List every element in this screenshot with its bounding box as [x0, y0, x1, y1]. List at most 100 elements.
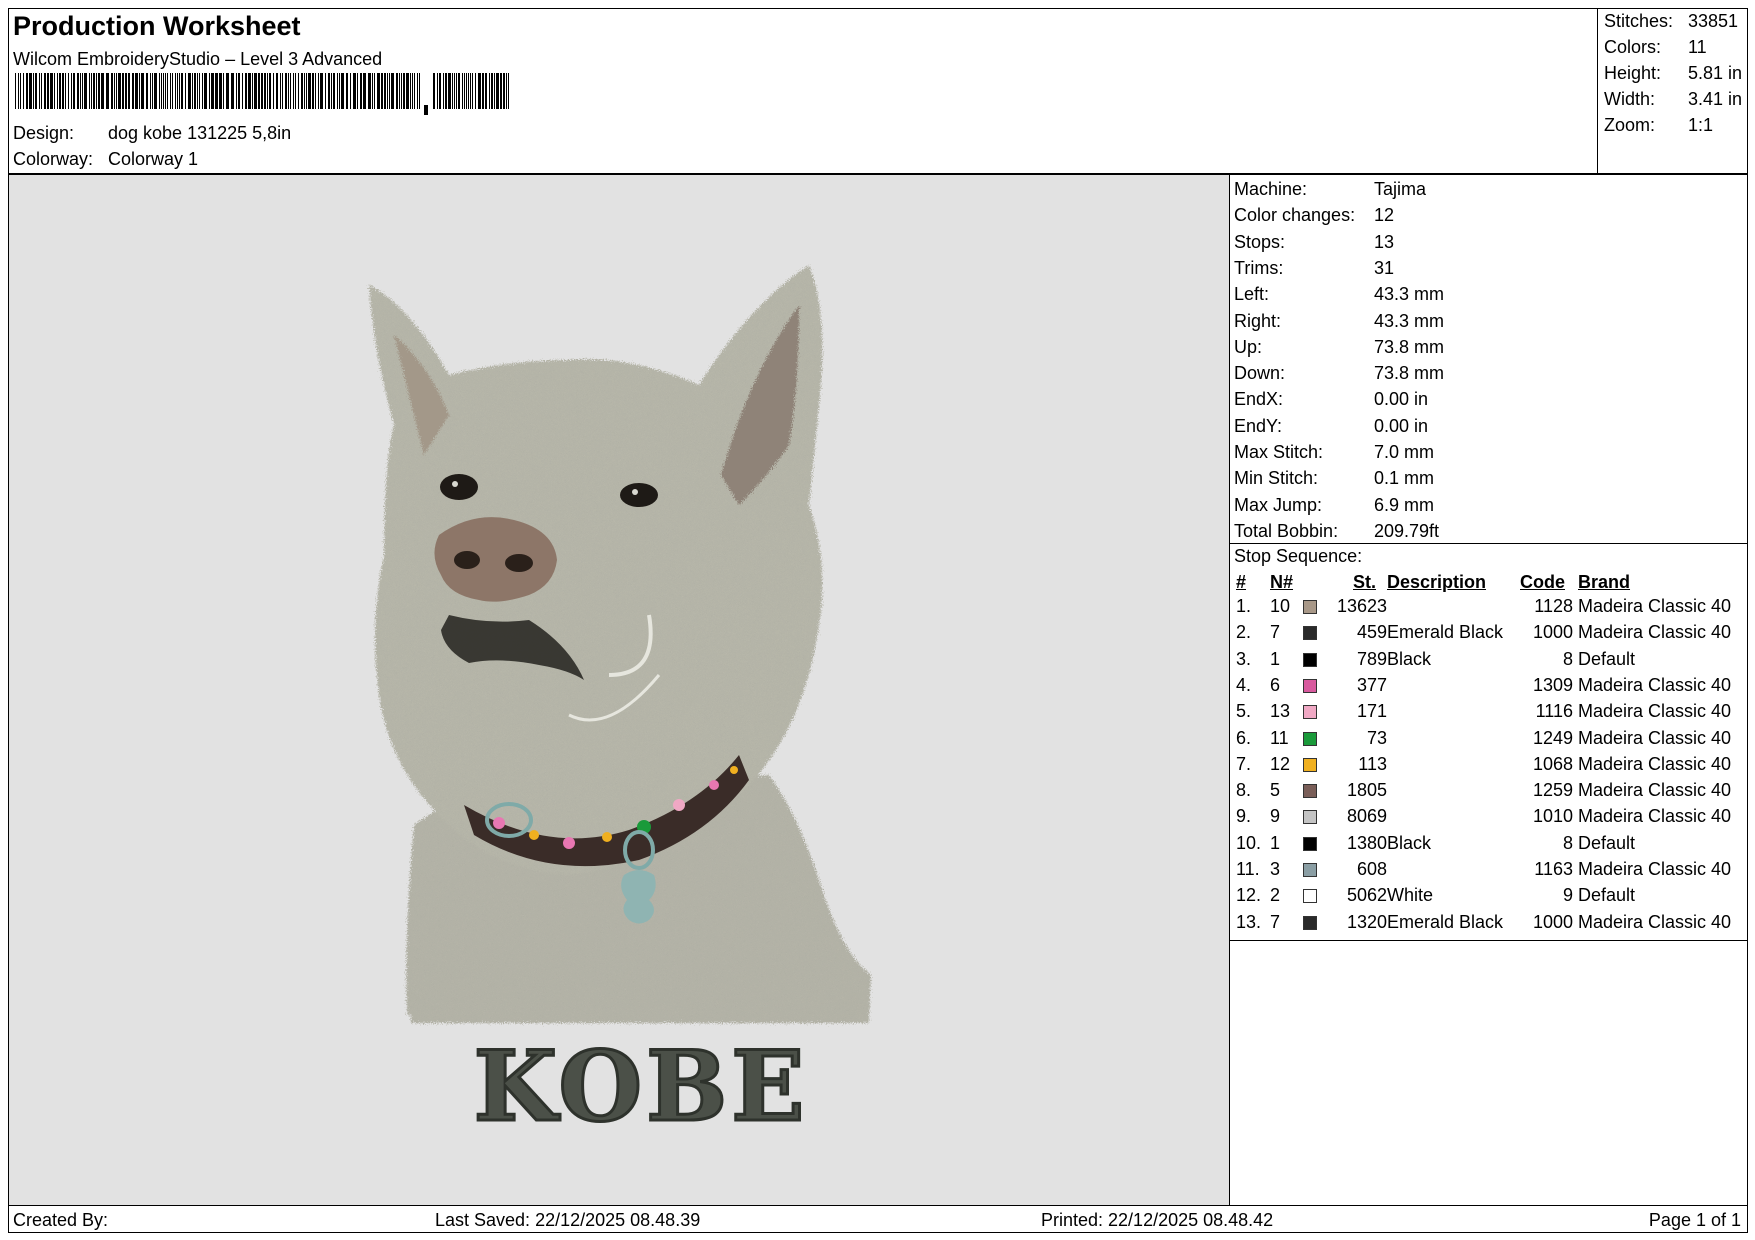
thread-color-swatch [1303, 863, 1317, 877]
barcode-bar [165, 73, 166, 109]
barcode-bar [44, 73, 46, 109]
barcode-bar [357, 73, 358, 109]
barcode-bar [353, 73, 356, 109]
barcode-bar [470, 73, 471, 109]
stop-brand: Madeira Classic 40 [1578, 674, 1732, 695]
barcode-bar [482, 73, 484, 109]
machine-info: Machine: Tajima Color changes: 12 Stops: 13 Tr… [1230, 175, 1747, 544]
barcode-bar [93, 73, 95, 109]
barcode-bar [475, 73, 476, 109]
col-header-code: Code [1520, 572, 1565, 592]
stop-code: 1163 [1534, 859, 1573, 879]
stop-row: 6. 11 73 1249 Madeira Classic 40 [1230, 728, 1747, 754]
barcode-bar [273, 73, 274, 109]
barcode-bar [242, 73, 243, 109]
barcode-bar [412, 73, 413, 109]
barcode-bar [91, 73, 92, 109]
dog-embroidery-image: KOBE [369, 265, 871, 1145]
barcode-bar [387, 73, 388, 109]
barcode-bar [170, 73, 171, 109]
barcode-bar [489, 73, 490, 109]
summary-colors: Colors: 11 [1604, 37, 1707, 57]
barcode-bar [161, 73, 162, 109]
stop-code: 1259 [1532, 780, 1573, 801]
barcode-bar [245, 73, 247, 109]
stop-brand: Madeira Classic 40 [1578, 622, 1732, 643]
barcode-bar [485, 73, 487, 109]
barcode-bar [419, 73, 420, 109]
barcode-bar [417, 73, 418, 109]
machine-info-label: Max Jump: [1234, 494, 1323, 515]
stop-code: 1128 [1534, 596, 1573, 616]
barcode-bar [406, 73, 409, 109]
barcode-bar [154, 73, 157, 109]
stop-row: 10. 1 1380 Black 8 Default [1230, 833, 1747, 859]
machine-info-label: EndY: [1234, 415, 1283, 436]
barcode-bar [333, 73, 335, 109]
barcode-bar [35, 73, 37, 109]
barcode-bar [301, 73, 303, 109]
barcode-bar [181, 73, 183, 109]
stop-index: 7. [1236, 753, 1252, 774]
barcode-bar [458, 73, 460, 109]
barcode-bar [39, 73, 40, 109]
barcode-bar [445, 73, 447, 109]
colorway-row: Colorway: Colorway 1 [13, 149, 198, 170]
stop-description: Black [1387, 832, 1432, 853]
machine-info-row: Max Jump: 6.9 mm [1234, 495, 1434, 516]
barcode-bar [122, 73, 124, 109]
barcode-mark [424, 105, 428, 115]
machine-info-label: Down: [1234, 363, 1286, 384]
stop-code: 9 [1562, 885, 1573, 906]
machine-info-row: Left: 43.3 mm [1234, 284, 1444, 305]
stop-index: 1. [1236, 596, 1252, 616]
machine-info-row: EndY: 0.00 in [1234, 416, 1428, 437]
barcode-bar [23, 73, 24, 109]
barcode-bar [462, 73, 463, 109]
thread-color-swatch [1303, 705, 1317, 720]
barcode-bar [433, 73, 435, 109]
last-saved: Last Saved: 22/12/2025 08.48.39 [435, 1210, 701, 1230]
barcode-bar [89, 73, 90, 109]
machine-info-row: Trims: 31 [1234, 258, 1394, 279]
barcode-bar [77, 73, 79, 109]
barcode-bar [167, 73, 168, 109]
barcode-bar [188, 73, 191, 109]
barcode-bar [288, 73, 289, 109]
barcode-bar [59, 73, 61, 109]
stop-row: 2. 7 459 Emerald Black 1000 Madeira Classic 4… [1230, 622, 1747, 648]
barcode-bar [150, 73, 151, 109]
machine-info-label: Right: [1234, 310, 1282, 331]
barcode-bar [312, 73, 314, 109]
stop-code: 1068 [1532, 753, 1573, 774]
barcode-bar [204, 73, 207, 109]
barcode-bar [219, 73, 222, 109]
barcode-bar [82, 73, 83, 109]
design-summary: Stitches: 33851 Colors: 11 Height: 5.81 in … [1597, 9, 1748, 173]
barcode-bar [269, 73, 271, 109]
stop-description: Emerald Black [1387, 911, 1504, 932]
barcode-bar [401, 73, 402, 109]
barcode-bar [163, 73, 164, 109]
stop-row: 13. 7 1320 Emerald Black 1000 Madeira Classic… [1230, 912, 1747, 938]
barcode-bar [185, 73, 186, 109]
thread-color-swatch [1303, 810, 1317, 825]
barcode-bar [372, 73, 373, 109]
stop-code: 1309 [1532, 674, 1573, 695]
thread-color-swatch [1303, 836, 1317, 851]
stop-index: 13. [1236, 911, 1262, 932]
barcode-bar [320, 73, 323, 109]
stop-brand: Madeira Classic 40 [1578, 727, 1732, 748]
barcode-bar [231, 73, 234, 109]
stop-brand: Default [1578, 885, 1636, 906]
stop-brand: Madeira Classic 40 [1578, 806, 1732, 827]
barcode-bar [152, 73, 153, 109]
barcode-bar [65, 73, 66, 109]
barcode-bar [211, 73, 214, 109]
stop-stitches: 1320 [1346, 911, 1387, 932]
stop-index: 9. [1236, 806, 1252, 827]
barcode-bar [280, 73, 281, 109]
barcode-bar [443, 73, 444, 109]
barcode-bar [478, 73, 481, 109]
barcode-bar [254, 73, 257, 109]
